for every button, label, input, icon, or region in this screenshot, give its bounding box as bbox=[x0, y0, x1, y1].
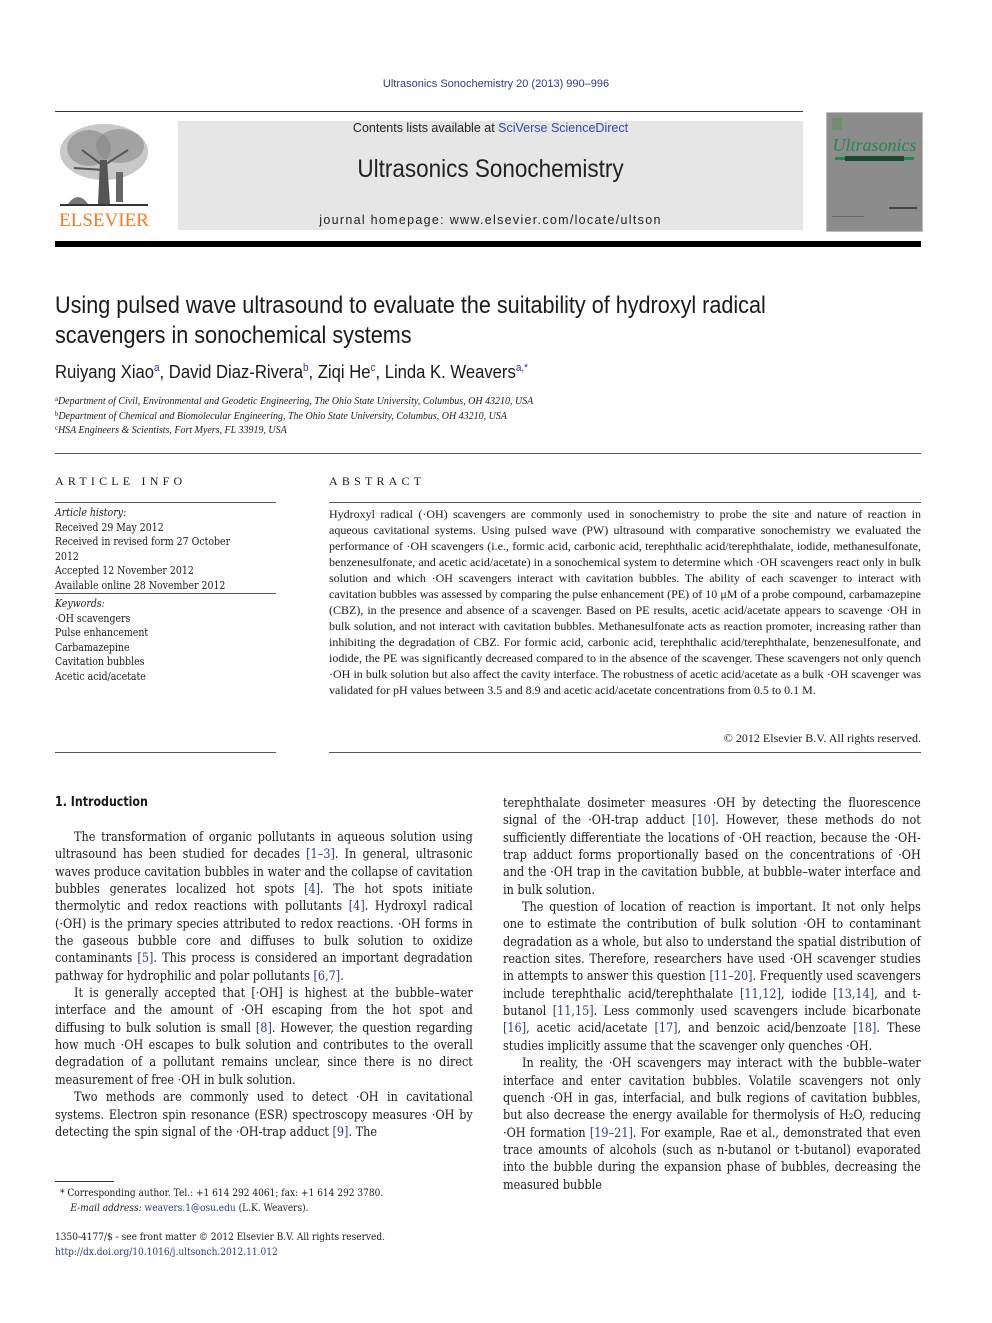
keyword-item: Acetic acid/acetate bbox=[55, 669, 146, 683]
section-heading-introduction: 1. Introduction bbox=[55, 795, 148, 810]
doi-link[interactable]: http://dx.doi.org/10.1016/j.ultsonch.201… bbox=[55, 1245, 468, 1260]
corresponding-author-footnote: * Corresponding author. Tel.: +1 614 292… bbox=[60, 1186, 473, 1216]
section-rule bbox=[55, 453, 921, 454]
keywords-label: Keywords: bbox=[55, 597, 105, 610]
reference-link[interactable]: [5] bbox=[137, 951, 153, 966]
affiliation: aDepartment of Civil, Environmental and … bbox=[55, 395, 891, 407]
journal-homepage-link[interactable]: journal homepage: www.elsevier.com/locat… bbox=[178, 213, 803, 227]
journal-cover-image: Ultrasonics bbox=[826, 112, 923, 232]
cover-title: Ultrasonics bbox=[832, 135, 917, 155]
info-rule bbox=[55, 752, 276, 753]
body-text: , acetic acid/acetate bbox=[526, 1021, 655, 1037]
history-item: Received 29 May 2012 bbox=[55, 520, 164, 534]
cover-text-line bbox=[832, 216, 864, 217]
body-paragraph: The transformation of organic pollutants… bbox=[55, 829, 473, 985]
author-list: Ruiyang Xiaoa, David Diaz-Riverab, Ziqi … bbox=[55, 361, 528, 382]
email-suffix: (L.K. Weavers). bbox=[235, 1202, 309, 1214]
email-link[interactable]: weavers.1@osu.edu bbox=[145, 1202, 236, 1214]
reference-link[interactable]: [17] bbox=[654, 1021, 677, 1036]
reference-link[interactable]: [19–21] bbox=[590, 1126, 633, 1141]
sciencedirect-link[interactable]: SciVerse ScienceDirect bbox=[498, 121, 628, 135]
footnote-rule bbox=[55, 1181, 114, 1182]
abstract-heading: ABSTRACT bbox=[329, 474, 426, 488]
cover-subtitle-bar bbox=[845, 156, 904, 161]
reference-link[interactable]: [11,12] bbox=[740, 987, 781, 1002]
header-thick-rule bbox=[55, 241, 921, 247]
author-affil-sup[interactable]: b bbox=[303, 362, 309, 374]
body-text: , and benzoic acid/benzoate bbox=[677, 1021, 854, 1037]
reference-link[interactable]: [11,15] bbox=[553, 1004, 594, 1019]
contents-line: Contents lists available at SciVerse Sci… bbox=[178, 121, 803, 135]
info-rule bbox=[55, 502, 276, 503]
body-text: , iodide bbox=[780, 986, 834, 1002]
body-text: . bbox=[340, 968, 344, 984]
body-paragraph: In reality, the ·OH scavengers may inter… bbox=[503, 1055, 921, 1194]
issn-line: 1350-4177/$ - see front matter © 2012 El… bbox=[55, 1231, 386, 1243]
keyword-item: Carbamazepine bbox=[55, 640, 130, 654]
history-item: Accepted 12 November 2012 bbox=[55, 564, 194, 577]
affiliation-text: Department of Chemical and Biomolecular … bbox=[58, 411, 507, 422]
body-text: . The bbox=[348, 1124, 378, 1140]
body-paragraph: terephthalate dosimeter measures ·OH by … bbox=[503, 795, 921, 899]
publisher-logo-text: ELSEVIER bbox=[59, 210, 149, 231]
reference-link[interactable]: [10] bbox=[692, 813, 715, 828]
journal-citation[interactable]: Ultrasonics Sonochemistry 20 (2013) 990–… bbox=[0, 78, 992, 90]
body-column-left: The transformation of organic pollutants… bbox=[55, 829, 473, 1141]
author-name[interactable]: Linda K. Weavers bbox=[385, 361, 516, 382]
contents-prefix: Contents lists available at bbox=[352, 121, 499, 135]
reference-link[interactable]: [18] bbox=[853, 1021, 876, 1036]
author-name[interactable]: David Diaz-Rivera bbox=[169, 361, 303, 382]
author-affil-sup[interactable]: c bbox=[370, 362, 375, 374]
header-rule bbox=[55, 111, 803, 112]
reference-link[interactable]: [13,14] bbox=[833, 987, 874, 1002]
email-label: E-mail address: bbox=[70, 1202, 145, 1214]
article-info-heading: ARTICLE INFO bbox=[55, 474, 187, 488]
cover-text-line bbox=[889, 207, 917, 209]
reference-link[interactable]: [11–20] bbox=[709, 969, 752, 984]
keyword-item: ·OH scavengers bbox=[55, 611, 131, 625]
history-item: Received in revised form 27 October 2012 bbox=[55, 535, 231, 563]
reference-link[interactable]: [4] bbox=[304, 882, 320, 897]
info-rule bbox=[55, 593, 276, 594]
reference-link[interactable]: [1–3] bbox=[306, 847, 335, 862]
body-column-right: terephthalate dosimeter measures ·OH by … bbox=[503, 795, 921, 1194]
affiliation-text: Department of Civil, Environmental and G… bbox=[57, 396, 534, 407]
abstract-rule bbox=[329, 502, 921, 503]
reference-link[interactable]: [9] bbox=[333, 1125, 349, 1140]
left-column-text: The transformation of organic pollutants… bbox=[55, 829, 473, 1141]
reference-link[interactable]: [6,7] bbox=[314, 969, 341, 984]
affiliation: bDepartment of Chemical and Biomolecular… bbox=[55, 410, 891, 422]
reference-link[interactable]: [8] bbox=[256, 1021, 272, 1036]
body-text: . Less commonly used scavengers include … bbox=[593, 1004, 921, 1020]
abstract-rule bbox=[329, 752, 921, 753]
corresponding-author-text: * Corresponding author. Tel.: +1 614 292… bbox=[60, 1187, 384, 1199]
body-paragraph: The question of location of reaction is … bbox=[503, 899, 921, 1055]
right-column-text: terephthalate dosimeter measures ·OH by … bbox=[503, 795, 921, 1194]
body-text: Two methods are commonly used to detect … bbox=[55, 1090, 473, 1140]
abstract-text: Hydroxyl radical (·OH) scavengers are co… bbox=[329, 507, 921, 697]
author-name[interactable]: Ruiyang Xiao bbox=[55, 361, 154, 382]
article-history: Article history: Received 29 May 2012 Re… bbox=[55, 506, 257, 593]
keyword-item: Pulse enhancement bbox=[55, 626, 149, 639]
author-affil-sup[interactable]: a,* bbox=[516, 362, 528, 374]
body-paragraph: It is generally accepted that [·OH] is h… bbox=[55, 985, 473, 1089]
affiliation-text: HSA Engineers & Scientists, Fort Myers, … bbox=[57, 425, 287, 436]
article-title: Using pulsed wave ultrasound to evaluate… bbox=[55, 292, 766, 349]
abstract-copyright: © 2012 Elsevier B.V. All rights reserved… bbox=[723, 731, 921, 745]
body-paragraph: Two methods are commonly used to detect … bbox=[55, 1089, 473, 1141]
affiliation: cHSA Engineers & Scientists, Fort Myers,… bbox=[55, 424, 891, 436]
front-matter: 1350-4177/$ - see front matter © 2012 El… bbox=[55, 1230, 468, 1259]
cover-publisher-icon bbox=[832, 118, 842, 130]
history-item: Available online 28 November 2012 bbox=[55, 578, 226, 592]
author-affil-sup[interactable]: a bbox=[154, 362, 160, 374]
keywords: Keywords: ·OH scavengers Pulse enhanceme… bbox=[55, 597, 257, 684]
author-name[interactable]: Ziqi He bbox=[318, 361, 371, 382]
history-label: Article history: bbox=[55, 506, 127, 519]
reference-link[interactable]: [4] bbox=[349, 899, 365, 914]
journal-title: Ultrasonics Sonochemistry bbox=[357, 155, 624, 183]
reference-link[interactable]: [16] bbox=[503, 1021, 526, 1036]
keyword-item: Cavitation bubbles bbox=[55, 655, 145, 668]
